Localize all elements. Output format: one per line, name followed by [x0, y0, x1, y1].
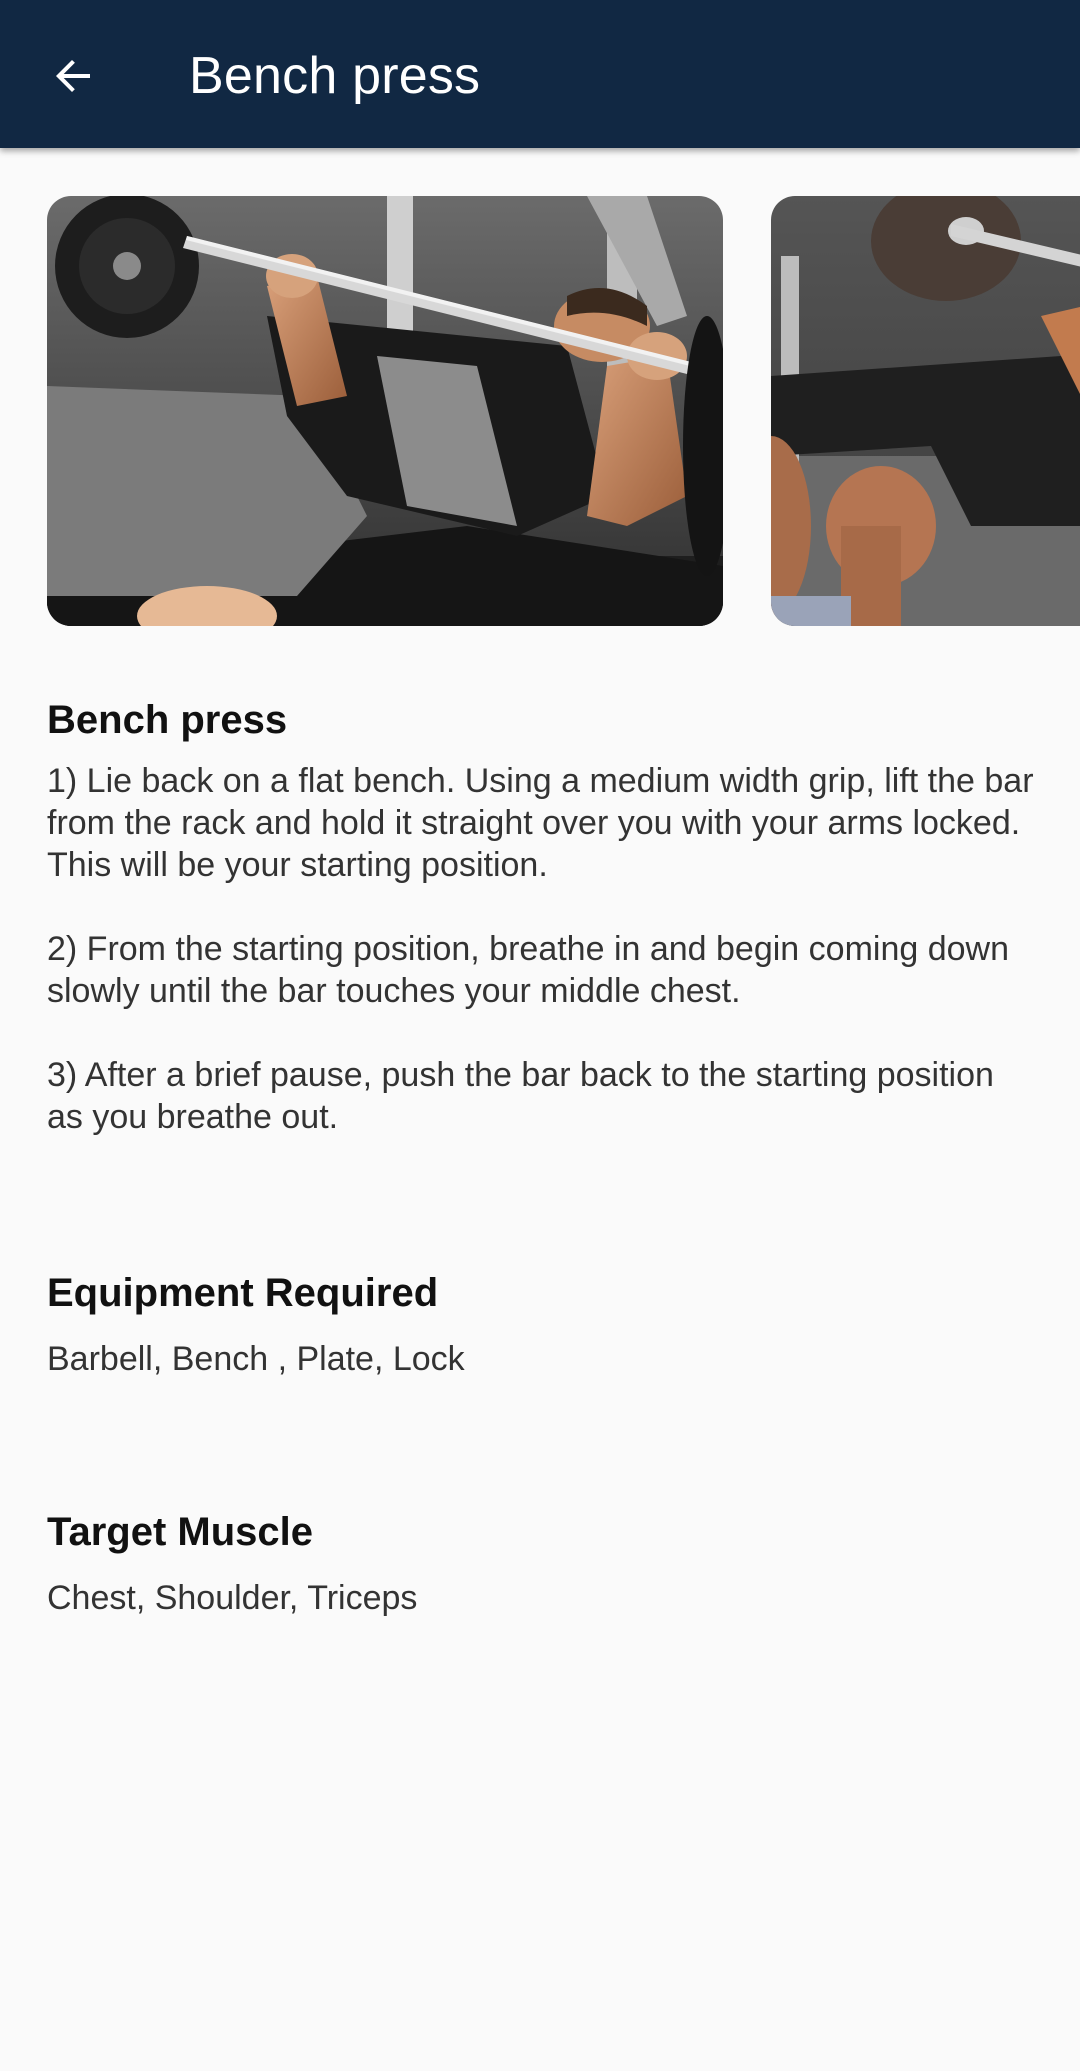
target-muscle-heading: Target Muscle: [47, 1510, 313, 1554]
exercise-instructions: 1) Lie back on a flat bench. Using a med…: [47, 760, 1037, 1138]
page-title: Bench press: [189, 47, 481, 105]
instruction-step: 1) Lie back on a flat bench. Using a med…: [47, 762, 1034, 884]
exercise-photo: [771, 196, 1080, 626]
back-button[interactable]: [34, 40, 114, 112]
exercise-photo: [47, 196, 723, 626]
app-bar: Bench press: [0, 0, 1080, 148]
exercise-name: Bench press: [47, 698, 288, 742]
instruction-step: 3) After a brief pause, push the bar bac…: [47, 1056, 994, 1136]
instruction-step: 2) From the starting position, breathe i…: [47, 930, 1009, 1010]
equipment-list: Barbell, Bench , Plate, Lock: [47, 1340, 465, 1378]
arrow-left-icon: [56, 60, 90, 92]
image-carousel[interactable]: [0, 196, 1080, 626]
exercise-image-1[interactable]: [47, 196, 723, 626]
exercise-image-2[interactable]: [771, 196, 1080, 626]
equipment-heading: Equipment Required: [47, 1271, 439, 1315]
target-muscle-list: Chest, Shoulder, Triceps: [47, 1579, 418, 1617]
